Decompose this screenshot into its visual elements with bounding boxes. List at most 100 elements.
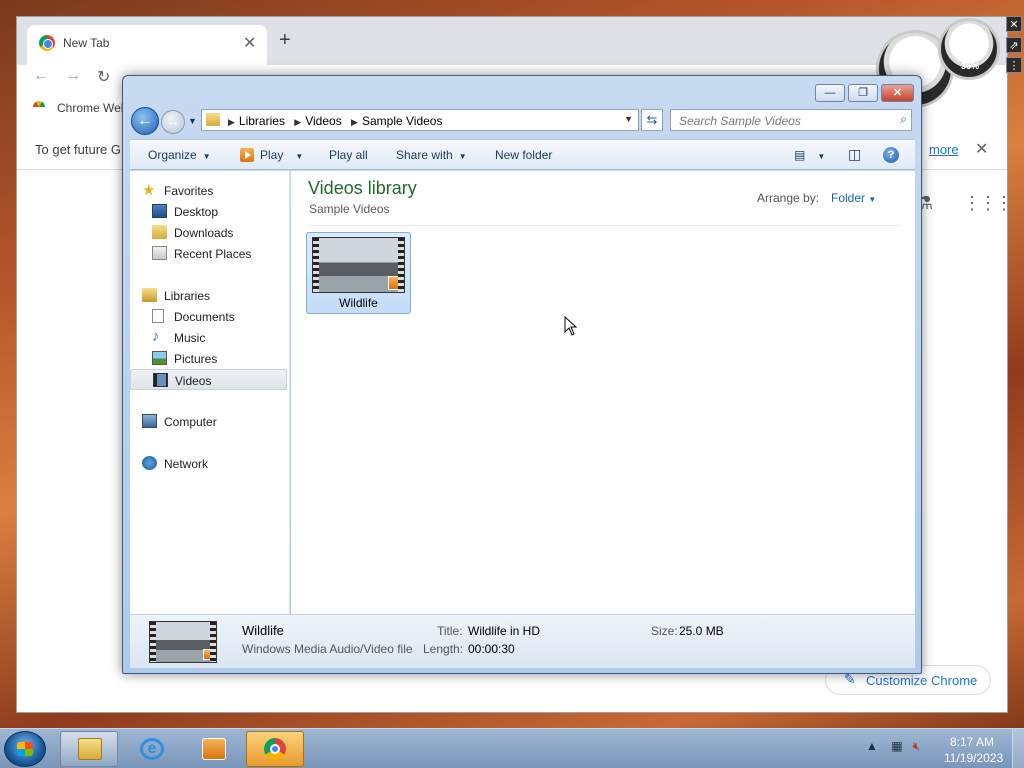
video-thumbnail [312,237,405,293]
nav-desktop[interactable]: Desktop [130,201,287,222]
windows-logo-icon [17,742,33,756]
nav-favorites-label: Favorites [164,184,214,198]
details-title-label: Title: [437,624,463,638]
address-dropdown-icon[interactable]: ▼ [624,114,633,124]
details-size-label: Size: [651,624,678,638]
apps-grid-icon[interactable]: ⋮⋮⋮ [963,193,1013,214]
bookmark-chrome-web-store[interactable]: Chrome Web [57,101,127,115]
search-icon[interactable]: ⌕ [900,112,907,127]
share-with-label: Share with [396,148,453,162]
video-item-name: Wildlife [339,296,378,310]
star-icon: ★ [142,182,156,199]
chevron-down-icon: ▼ [817,152,826,161]
chrome-web-store-icon [33,101,45,113]
details-thumbnail [149,621,217,663]
chrome-tab-new-tab[interactable]: New Tab ✕ [27,25,267,65]
breadcrumb-arrow-icon[interactable]: ▶ [351,117,358,127]
breadcrumb-videos[interactable]: Videos [305,114,341,128]
address-bar[interactable]: ▶ Libraries ▶ Videos ▶ Sample Videos ▼ [201,109,639,131]
clock-date[interactable]: 11/19/2023 [944,751,1003,765]
infobar-message: To get future G [35,142,121,157]
breadcrumb-arrow-icon[interactable]: ▶ [294,117,301,127]
nav-videos[interactable]: Videos [130,369,287,390]
back-button[interactable]: ← [131,107,159,135]
share-with-button[interactable]: Share with ▼ [396,148,467,162]
nav-libraries-label: Libraries [164,289,211,303]
nav-music[interactable]: ♪ Music [130,327,287,348]
system-tray: ▲ ▦ 🔇︎ [866,739,920,754]
details-title-value[interactable]: Wildlife in HD [468,624,540,638]
show-hidden-icons-icon[interactable]: ▲ [866,739,878,753]
refresh-button[interactable]: ⇆ [641,109,663,131]
libraries-icon [142,288,157,302]
breadcrumb-arrow-icon[interactable]: ▶ [228,117,235,127]
content-pane: Videos library Sample Videos Arrange by:… [291,171,915,614]
nav-pictures-label: Pictures [174,352,218,366]
nav-downloads[interactable]: Downloads [130,222,287,243]
nav-pictures[interactable]: Pictures [130,348,287,369]
play-button[interactable]: Play ▼ [240,148,303,162]
search-box[interactable]: Search Sample Videos ⌕ [670,109,912,131]
infobar-learn-more-link[interactable]: more [929,142,959,157]
play-all-button[interactable]: Play all [329,148,368,162]
video-item-wildlife[interactable]: Wildlife [306,232,411,314]
taskbar-internet-explorer[interactable]: e [122,731,180,767]
breadcrumb-sample-videos[interactable]: Sample Videos [362,114,443,128]
nav-computer-label: Computer [164,415,217,429]
forward-button[interactable]: → [161,110,185,134]
nav-recent-places[interactable]: Recent Places [130,243,287,264]
maximize-button[interactable]: ❐ [848,84,878,102]
music-icon: ♪ [152,328,160,345]
gadget-close-icon[interactable]: ✕ [1006,16,1022,32]
media-player-badge-icon [388,276,402,290]
command-bar: Organize ▼ Play ▼ Play all Share with ▼ New… [130,139,915,170]
details-size-value: 25.0 MB [679,624,724,638]
memory-meter-gadget[interactable]: 36% [938,18,1000,80]
nav-documents[interactable]: Documents [130,306,287,327]
back-icon[interactable]: ← [33,67,49,85]
minimize-button[interactable]: — [815,84,845,102]
videos-icon [153,373,168,387]
new-tab-button[interactable]: + [279,29,291,52]
volume-muted-icon[interactable]: 🔇︎ [913,739,921,753]
show-desktop-button[interactable] [1012,729,1024,768]
nav-network[interactable]: Network [130,453,287,474]
infobar-close-icon[interactable]: ✕ [975,139,988,159]
clock-time[interactable]: 8:17 AM [950,735,994,749]
taskbar-chrome[interactable] [246,731,304,767]
nav-computer[interactable]: Computer [130,411,287,432]
reload-icon[interactable]: ↻ [97,67,110,87]
new-folder-button[interactable]: New folder [495,148,552,162]
arrange-by-dropdown[interactable]: Folder ▼ [831,191,876,205]
folder-icon [78,738,102,760]
search-placeholder: Search Sample Videos [679,114,801,128]
start-button[interactable] [4,731,46,767]
taskbar-explorer[interactable] [60,731,118,767]
breadcrumb-libraries[interactable]: Libraries [239,114,285,128]
nav-favorites[interactable]: ★ Favorites [130,180,287,201]
breadcrumb: ▶ Libraries ▶ Videos ▶ Sample Videos [226,114,446,128]
close-button[interactable]: ✕ [881,84,914,102]
documents-icon [152,309,164,323]
nav-desktop-label: Desktop [174,205,219,219]
gadget-resize-icon[interactable]: ⇗ [1006,37,1022,53]
forward-icon[interactable]: → [65,67,81,85]
chevron-down-icon: ▼ [458,152,467,161]
organize-button[interactable]: Organize ▼ [148,148,211,162]
details-file-name: Wildlife [242,623,284,638]
arrange-by-value: Folder [831,191,866,205]
tab-title: New Tab [63,36,110,50]
nav-recent-places-label: Recent Places [174,247,252,261]
help-icon[interactable]: ? [883,147,899,163]
pictures-icon [152,351,167,365]
preview-pane-icon[interactable]: ◫ [848,146,861,163]
nav-libraries[interactable]: Libraries [130,285,287,306]
network-tray-icon[interactable]: ▦ [891,739,902,753]
recent-pages-dropdown-icon[interactable]: ▼ [188,116,197,126]
navigation-pane: ★ Favorites Desktop Downloads Recent Pla… [130,171,290,614]
library-subtitle: Sample Videos [309,202,390,216]
change-view-button[interactable]: ▤ ▼ [794,148,825,162]
tab-close-icon[interactable]: ✕ [243,33,256,53]
taskbar-media-player[interactable] [184,731,242,767]
gadget-drag-handle-icon[interactable]: ⋮ [1006,57,1022,73]
